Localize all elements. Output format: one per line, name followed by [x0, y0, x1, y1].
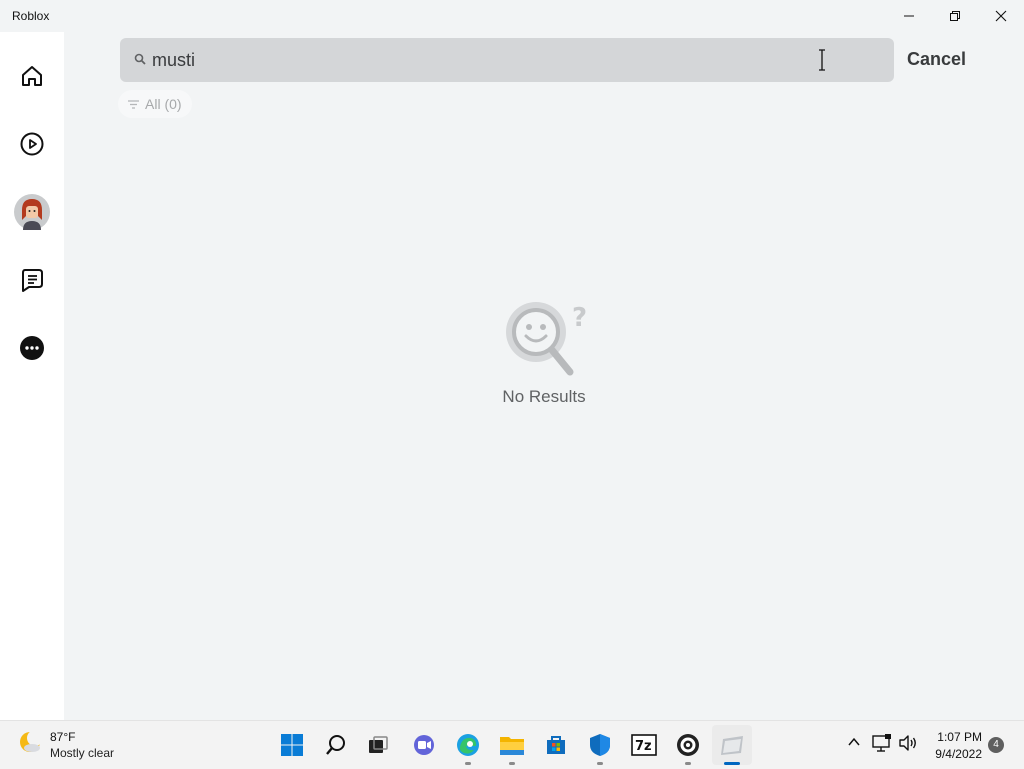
svg-text:7z: 7z	[635, 739, 652, 754]
taskbar-windows-security[interactable]	[580, 725, 620, 765]
sidebar-item-chat[interactable]	[14, 262, 50, 298]
network-status[interactable]	[872, 734, 892, 752]
taskbar-roblox[interactable]	[712, 725, 752, 765]
taskbar-7zip[interactable]: 7z	[624, 725, 664, 765]
running-indicator	[597, 762, 603, 765]
network-icon	[872, 734, 891, 752]
taskbar-microsoft-store[interactable]	[536, 725, 576, 765]
svg-text:?: ?	[572, 303, 587, 333]
search-icon	[134, 53, 146, 65]
task-view-icon	[369, 736, 388, 753]
avatar-icon	[14, 194, 50, 230]
taskbar: 87°F Mostly clear 7z 1:07 PM 9/4/2022 4	[0, 720, 1024, 769]
volume-control[interactable]	[898, 734, 918, 752]
search-page: musti Cancel All (0) ? No Results	[64, 32, 1024, 720]
minimize-icon	[904, 15, 914, 17]
taskbar-edge[interactable]	[448, 725, 488, 765]
sidebar-item-avatar[interactable]	[14, 194, 50, 230]
file-explorer-icon	[500, 737, 524, 755]
more-icon	[20, 336, 44, 360]
filter-chip[interactable]: All (0)	[118, 90, 192, 118]
show-hidden-icons[interactable]	[846, 734, 862, 750]
notification-badge[interactable]: 4	[988, 737, 1004, 753]
window-title: Roblox	[12, 9, 50, 23]
roblox-icon	[721, 736, 743, 755]
teams-chat-icon	[414, 735, 434, 755]
text-cursor-icon	[819, 49, 825, 71]
taskbar-search[interactable]	[316, 725, 356, 765]
taskbar-clock[interactable]: 1:07 PM 9/4/2022	[922, 729, 982, 763]
weather-temp: 87°F	[50, 730, 76, 744]
taskbar-task-view[interactable]	[358, 725, 398, 765]
empty-state: ? No Results	[484, 296, 604, 407]
chevron-up-icon	[848, 737, 860, 746]
play-icon	[20, 132, 44, 156]
running-indicator	[465, 762, 471, 765]
taskbar-start[interactable]	[272, 725, 312, 765]
restore-icon	[950, 11, 960, 21]
cancel-button[interactable]: Cancel	[907, 49, 966, 70]
weather-condition: Mostly clear	[50, 746, 115, 760]
restore-button[interactable]	[932, 0, 978, 32]
running-indicator	[509, 762, 515, 765]
obs-icon	[677, 734, 699, 756]
filter-label: All (0)	[145, 96, 182, 112]
search-icon	[326, 735, 345, 755]
no-results-text: No Results	[502, 387, 586, 406]
title-bar: Roblox	[0, 0, 1024, 32]
close-icon	[995, 10, 1007, 22]
minimize-button[interactable]	[886, 0, 932, 32]
windows-start-icon	[281, 734, 303, 756]
moon-icon	[20, 730, 42, 752]
running-indicator	[685, 762, 691, 765]
chat-icon	[22, 269, 43, 292]
shield-icon	[590, 734, 610, 756]
sidebar-item-home[interactable]	[14, 58, 50, 94]
volume-icon	[899, 735, 916, 751]
clock-date: 9/4/2022	[935, 747, 982, 761]
search-input[interactable]: musti	[152, 50, 195, 71]
microsoft-store-icon	[547, 736, 565, 754]
close-button[interactable]	[978, 0, 1024, 32]
edge-icon	[457, 734, 479, 756]
taskbar-teams-chat[interactable]	[404, 725, 444, 765]
7zip-icon: 7z	[631, 734, 657, 756]
taskbar-file-explorer[interactable]	[492, 725, 532, 765]
filter-icon	[128, 99, 139, 109]
sidebar-item-more[interactable]	[14, 330, 50, 366]
no-results-icon: ?	[506, 302, 587, 376]
taskbar-obs[interactable]	[668, 725, 708, 765]
running-indicator	[724, 762, 740, 765]
sidebar	[0, 32, 64, 720]
sidebar-item-play[interactable]	[14, 126, 50, 162]
home-icon	[22, 66, 42, 86]
search-bar[interactable]: musti	[120, 38, 894, 82]
clock-time: 1:07 PM	[937, 730, 982, 744]
weather-widget[interactable]: 87°F Mostly clear	[18, 730, 114, 760]
